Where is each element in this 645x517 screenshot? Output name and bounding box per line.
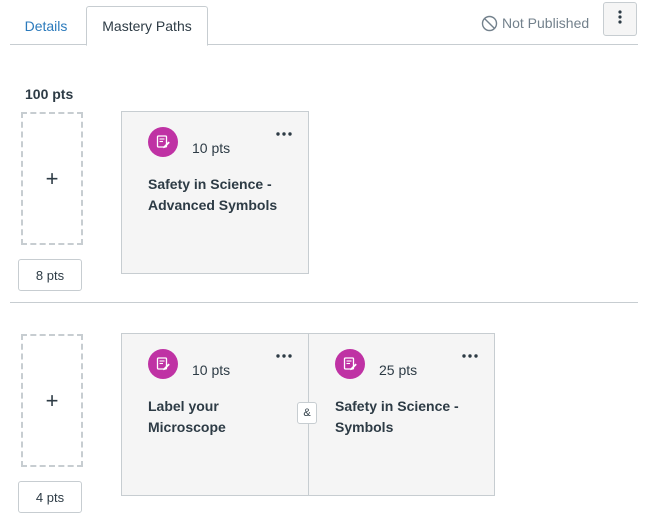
add-assignment-dropzone[interactable]: + [21, 112, 83, 245]
and-toggle-button[interactable]: & [297, 402, 317, 424]
assignment-card[interactable]: 10 pts Label your Microscope [122, 334, 308, 495]
range-points-input[interactable]: 8 pts [18, 259, 82, 291]
range-label: 100 pts [25, 86, 74, 102]
assignment-menu-button[interactable] [274, 126, 294, 142]
more-options-button[interactable] [603, 2, 637, 36]
assignment-points: 25 pts [379, 362, 418, 378]
assignment-points: 10 pts [192, 140, 231, 156]
tab-mastery-paths[interactable]: Mastery Paths [86, 6, 208, 46]
quiz-edit-icon [148, 127, 178, 157]
assignment-title: Safety in Science - Advanced Symbols [148, 176, 278, 213]
assignment-menu-button[interactable] [274, 348, 294, 364]
range-points-input[interactable]: 4 pts [18, 481, 82, 513]
assignment-title: Safety in Science - Symbols [335, 398, 459, 435]
more-horizontal-icon [276, 132, 292, 136]
assignment-card[interactable]: 25 pts Safety in Science - Symbols [308, 334, 494, 495]
assignment-card[interactable]: 10 pts Safety in Science - Advanced Symb… [122, 112, 308, 273]
unpublished-icon [481, 15, 498, 32]
tabs-bar: Details Mastery Paths Not Published [0, 0, 645, 46]
assignment-set: 10 pts Safety in Science - Advanced Symb… [121, 111, 309, 274]
publish-status[interactable]: Not Published [481, 12, 589, 34]
range-divider [10, 302, 638, 303]
tab-details[interactable]: Details [10, 6, 82, 46]
quiz-edit-icon [335, 349, 365, 379]
add-assignment-dropzone[interactable]: + [21, 334, 83, 467]
assignment-points: 10 pts [192, 362, 231, 378]
assignment-menu-button[interactable] [460, 348, 480, 364]
assignment-title: Label your Microscope [148, 398, 226, 435]
publish-status-label: Not Published [502, 15, 590, 31]
quiz-edit-icon [148, 349, 178, 379]
more-horizontal-icon [462, 354, 478, 358]
plus-icon: + [45, 387, 59, 413]
kebab-icon [618, 9, 622, 29]
plus-icon: + [45, 165, 59, 191]
more-horizontal-icon [276, 354, 292, 358]
